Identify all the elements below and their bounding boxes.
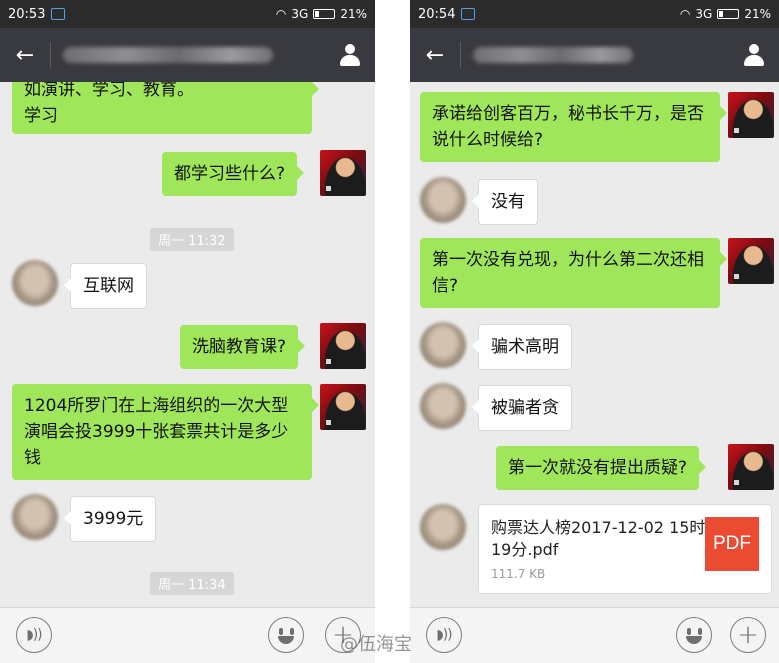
voice-icon: ◗)) (436, 627, 452, 643)
contact-avatar-blurred[interactable] (12, 494, 58, 540)
chat-info-button[interactable] (325, 43, 375, 67)
contact-avatar-blurred[interactable] (420, 383, 466, 429)
status-bar: 20:54 ◠ 3G 21% (410, 0, 779, 28)
message-incoming[interactable]: 没有 (472, 179, 538, 225)
contact-avatar-blurred[interactable] (12, 260, 58, 306)
timestamp: 周一 11:34 (150, 572, 234, 595)
message-outgoing[interactable]: 洗脑教育课? (180, 325, 306, 369)
screenshot-icon (461, 8, 476, 20)
my-avatar[interactable] (728, 238, 774, 284)
timestamp: 周一 11:32 (150, 228, 234, 251)
signal-label: 3G (695, 7, 713, 21)
my-avatar[interactable] (728, 92, 774, 138)
person-icon (742, 43, 766, 67)
status-time: 20:54 (418, 6, 456, 22)
message-incoming[interactable]: 3999元 (63, 496, 157, 542)
right-chat-screen: 20:54 ◠ 3G 21% ← 承诺给创客百万，秘书长千万，是否说什么时候给?… (410, 0, 779, 663)
message-outgoing[interactable]: 1204所罗门在上海组织的一次大型演唱会投3999十张套票共计是多少钱 (12, 384, 319, 480)
chat-title-bar: ← (410, 28, 779, 82)
status-bar: 20:53 ◠ 3G 21% (0, 0, 375, 28)
message-outgoing[interactable]: 承诺给创客百万，秘书长千万，是否说什么时候给? (420, 92, 727, 162)
battery-icon (717, 9, 740, 19)
file-size: 111.7 KB (491, 567, 546, 581)
message-incoming[interactable]: 骗术高明 (472, 324, 572, 370)
message-list[interactable]: 如演讲、学习、教育。 学习 都学习些什么? 周一 11:32 互联网 洗脑教育课… (0, 82, 375, 607)
battery-icon (313, 9, 336, 19)
voice-input-button[interactable]: ◗)) (16, 617, 52, 653)
emoji-button[interactable] (268, 617, 304, 653)
my-avatar[interactable] (728, 444, 774, 490)
emoji-icon (677, 617, 711, 653)
person-icon (338, 43, 362, 67)
chat-title-bar: ← (0, 28, 375, 82)
message-incoming[interactable]: 被骗者贪 (472, 385, 572, 431)
weibo-watermark: @伍海宝 (340, 634, 412, 655)
left-chat-screen: 20:53 ◠ 3G 21% ← 如演讲、学习、教育。 学习 都学习些什么? 周… (0, 0, 375, 663)
contact-avatar-blurred[interactable] (420, 177, 466, 223)
message-incoming[interactable]: 互联网 (64, 263, 147, 309)
file-message-card[interactable]: 购票达人榜2017-12-02 15时19分.pdf 111.7 KB PDF (478, 504, 772, 594)
wifi-icon: ◠ (275, 7, 287, 21)
battery-level: 21% (340, 7, 367, 21)
wifi-icon: ◠ (679, 7, 691, 21)
voice-input-button[interactable]: ◗)) (426, 617, 462, 653)
my-avatar[interactable] (320, 384, 366, 430)
pdf-icon: PDF (705, 517, 759, 571)
message-outgoing[interactable]: 都学习些什么? (162, 152, 305, 196)
plus-icon: + (737, 620, 759, 650)
back-arrow-icon[interactable]: ← (410, 43, 460, 68)
contact-name-redacted (63, 45, 325, 65)
file-name: 购票达人榜2017-12-02 15时19分.pdf (491, 518, 706, 559)
input-bar: ◗)) + (0, 607, 375, 663)
voice-icon: ◗)) (26, 627, 42, 643)
emoji-icon (269, 617, 303, 653)
message-list[interactable]: 承诺给创客百万，秘书长千万，是否说什么时候给? 没有 第一次没有兑现，为什么第二… (410, 82, 779, 607)
contact-avatar-blurred[interactable] (420, 322, 466, 368)
signal-label: 3G (291, 7, 309, 21)
more-button[interactable]: + (730, 617, 766, 653)
message-outgoing[interactable]: 第一次没有兑现，为什么第二次还相信? (420, 238, 727, 308)
screenshot-icon (51, 8, 66, 20)
chat-info-button[interactable] (729, 43, 779, 67)
emoji-button[interactable] (676, 617, 712, 653)
my-avatar[interactable] (320, 323, 366, 369)
input-bar: ◗)) + (410, 607, 779, 663)
contact-avatar-blurred[interactable] (420, 504, 466, 550)
battery-level: 21% (744, 7, 771, 21)
contact-name-redacted (473, 45, 729, 65)
message-outgoing[interactable]: 如演讲、学习、教育。 学习 (12, 82, 319, 134)
back-arrow-icon[interactable]: ← (0, 43, 50, 68)
my-avatar[interactable] (320, 150, 366, 196)
status-time: 20:53 (8, 6, 46, 22)
message-outgoing[interactable]: 第一次就没有提出质疑? (496, 446, 707, 490)
